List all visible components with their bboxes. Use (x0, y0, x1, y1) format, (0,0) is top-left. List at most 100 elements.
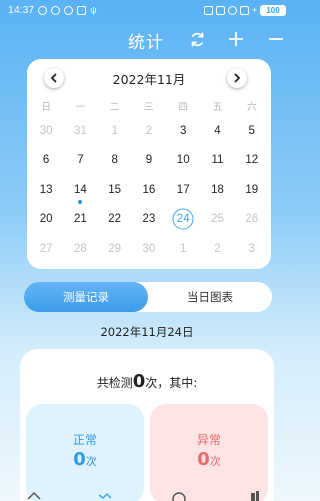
detection-summary: 共检测0次，其中: (20, 371, 274, 392)
abnormal-count-unit: 次 (209, 455, 221, 468)
usb-icon: ψ (90, 5, 97, 15)
calendar-day[interactable]: 11 (200, 146, 234, 176)
calendar-day[interactable]: 4 (200, 116, 234, 146)
calendar-day[interactable]: 31 (63, 116, 97, 146)
wifi-icon (227, 5, 237, 15)
minus-icon (269, 38, 283, 40)
calendar-day-number: 24 (176, 213, 190, 226)
weekday-label: 二 (109, 102, 120, 113)
calendar-day[interactable]: 23 (132, 205, 166, 235)
summary-prefix: 共检测 (96, 376, 133, 390)
normal-count-unit: 次 (85, 455, 97, 468)
calendar-day[interactable]: 17 (166, 175, 200, 205)
calendar-day[interactable]: 19 (235, 175, 269, 205)
calendar-day[interactable]: 20 (29, 205, 63, 235)
normal-count-value: 0 (73, 449, 86, 470)
chevron-right-icon (234, 73, 241, 83)
calendar-grid: 日 一 二 三 四 五 六 30 31 1 2 3 4 5 6 7 8 9 10… (29, 96, 269, 264)
weekday-label: 四 (178, 102, 188, 113)
chevron-left-icon (50, 73, 57, 83)
calendar-day[interactable]: 1 (98, 116, 132, 146)
calendar-day[interactable]: 15 (98, 175, 132, 205)
abnormal-label: 异常 (196, 433, 221, 447)
summary-panel: 共检测0次，其中: 正常 0次 异常 0次 (20, 349, 274, 501)
calendar-day[interactable]: 2 (200, 234, 234, 264)
calendar-day[interactable]: 12 (235, 146, 269, 176)
calendar-day[interactable]: 2 (132, 116, 166, 146)
abnormal-count-card[interactable]: 异常 0次 (150, 404, 268, 501)
weekday-label: 三 (144, 102, 154, 113)
calendar-card: 2022年11月 日 一 二 三 四 五 六 30 31 1 2 3 4 5 6… (27, 59, 271, 269)
home-icon[interactable] (27, 490, 41, 501)
calendar-day[interactable]: 29 (98, 234, 132, 264)
calendar-day[interactable]: 10 (166, 146, 200, 176)
tab-daily-chart[interactable]: 当日图表 (148, 282, 272, 312)
normal-count: 0次 (26, 449, 144, 470)
book-icon[interactable] (248, 490, 262, 501)
calendar-day-selected[interactable]: 24 (166, 205, 200, 235)
add-button[interactable] (223, 26, 249, 52)
record-indicator-dot (78, 199, 83, 204)
calendar-day-number: 14 (74, 183, 87, 196)
summary-suffix: 次，其中: (145, 376, 198, 390)
calendar-week-row: 30 31 1 2 3 4 5 (29, 116, 269, 146)
calendar-day[interactable]: 26 (235, 205, 269, 235)
calendar-week-row: 27 28 29 30 1 2 3 (29, 234, 269, 264)
calendar-day[interactable]: 8 (98, 146, 132, 176)
remove-button[interactable] (263, 26, 289, 52)
vibrate-icon (215, 5, 225, 15)
battery-icon: 100 (260, 4, 286, 16)
weekday-label: 五 (212, 102, 223, 113)
summary-count: 0 (132, 371, 146, 392)
calendar-day[interactable]: 3 (166, 116, 200, 146)
page-title: 统计 (128, 33, 164, 53)
calendar-header: 2022年11月 (27, 67, 271, 89)
tab-measurement-records[interactable]: 测量记录 (24, 282, 148, 312)
calendar-day[interactable]: 22 (98, 205, 132, 235)
next-month-button[interactable] (227, 68, 247, 88)
nfc-icon (203, 5, 213, 15)
status-time: 14:37 (8, 4, 35, 16)
app-bar: 统计 (0, 22, 294, 56)
calendar-day[interactable]: 5 (235, 116, 269, 146)
selected-date-label: 2022年11月24日 (100, 325, 194, 339)
calendar-week-row: 6 7 8 9 10 11 12 (29, 146, 269, 176)
abnormal-count: 0次 (150, 449, 268, 470)
calendar-day[interactable]: 6 (29, 146, 63, 176)
weekday-label: 六 (246, 102, 257, 113)
calendar-day[interactable]: 9 (132, 146, 166, 176)
weekday-label: 日 (41, 102, 51, 113)
calendar-day[interactable]: 1 (166, 234, 200, 264)
refresh-icon (191, 31, 203, 47)
bluetooth-icon: + (251, 5, 257, 15)
plus-icon (229, 32, 243, 46)
view-tabs: 测量记录 当日图表 (24, 282, 272, 312)
prev-month-button[interactable] (44, 68, 64, 88)
calendar-day[interactable]: 27 (29, 234, 63, 264)
profile-face-icon[interactable] (172, 490, 186, 501)
calendar-day[interactable]: 30 (29, 116, 63, 146)
calendar-week-row: 20 21 22 23 24 25 26 (29, 205, 269, 235)
calendar-day[interactable]: 3 (235, 234, 269, 264)
abnormal-count-value: 0 (197, 449, 210, 470)
normal-count-card[interactable]: 正常 0次 (26, 404, 144, 501)
weekday-header-row: 日 一 二 三 四 五 六 (29, 96, 269, 116)
bottom-navigation (0, 490, 294, 501)
calendar-day-with-record[interactable]: 14 (63, 175, 97, 205)
calendar-day[interactable]: 28 (63, 234, 97, 264)
chart-trend-icon[interactable] (98, 490, 112, 501)
sim-icon (239, 5, 249, 15)
circle-icon (64, 5, 74, 15)
calendar-week-row: 13 14 15 16 17 18 19 (29, 175, 269, 205)
calendar-day[interactable]: 13 (29, 175, 63, 205)
weekday-label: 一 (75, 102, 86, 113)
calendar-day[interactable]: 21 (63, 205, 97, 235)
calendar-day[interactable]: 25 (200, 205, 234, 235)
calendar-day[interactable]: 7 (63, 146, 97, 176)
calendar-day[interactable]: 16 (132, 175, 166, 205)
calendar-day[interactable]: 30 (132, 234, 166, 264)
status-bar: 14:37 ψ + 100 (0, 0, 294, 20)
refresh-button[interactable] (184, 26, 210, 52)
normal-label: 正常 (72, 433, 97, 447)
calendar-day[interactable]: 18 (200, 175, 234, 205)
